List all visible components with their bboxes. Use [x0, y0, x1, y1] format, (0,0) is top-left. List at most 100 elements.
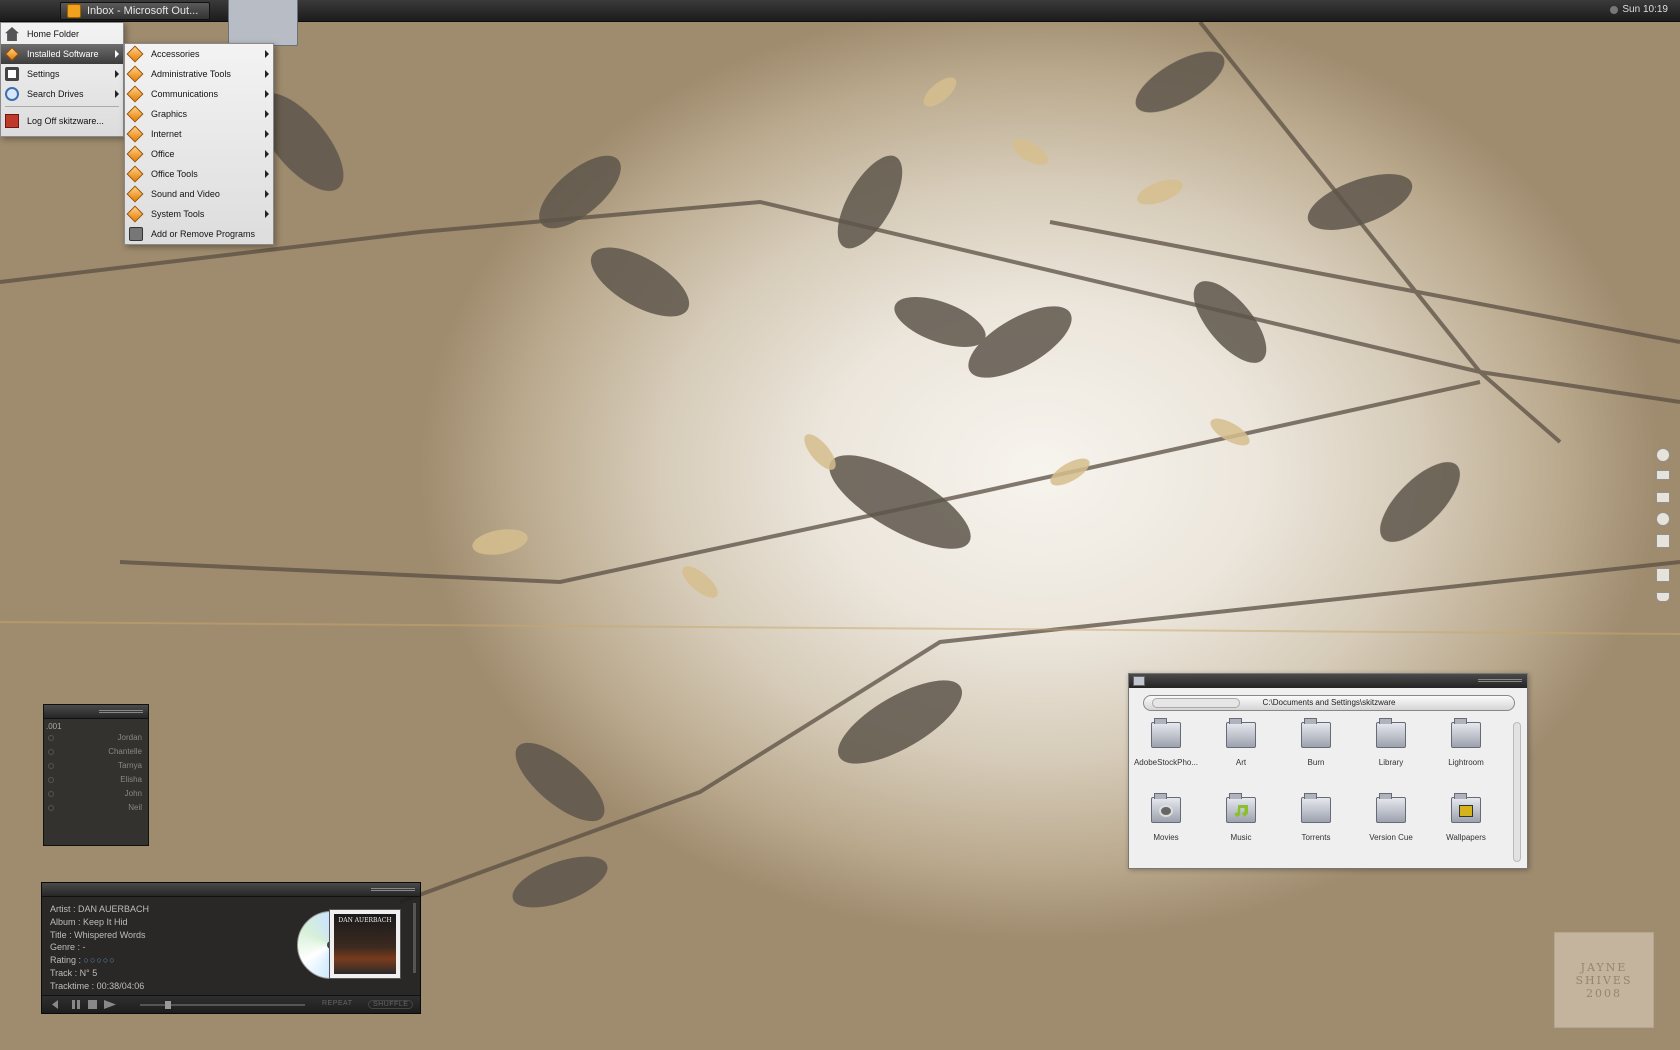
taskbar-item-skitzware[interactable]: skitzware	[222, 0, 298, 46]
clock[interactable]: Sun 10:19	[1622, 4, 1668, 15]
menu-item-log-off[interactable]: Log Off skitzware...	[1, 111, 123, 131]
software-icon	[126, 125, 144, 143]
nav-buttons[interactable]	[1152, 698, 1240, 708]
folder-label: Movies	[1153, 833, 1179, 842]
tracktime-text: Tracktime : 00:38/04:06	[50, 980, 145, 991]
folder-label: Library	[1378, 758, 1404, 767]
folder-music[interactable]: Music	[1206, 793, 1276, 863]
user-row[interactable]: John	[44, 787, 148, 801]
window-controls-icon[interactable]	[99, 710, 143, 713]
volume-slider[interactable]	[413, 903, 416, 973]
user-row[interactable]: Elisha	[44, 773, 148, 787]
vertical-scrollbar[interactable]	[1513, 722, 1521, 862]
submenu-item-label: Graphics	[151, 109, 188, 119]
menu-item-label: Log Off skitzware...	[27, 116, 104, 126]
user-row[interactable]: Jordan	[44, 731, 148, 745]
submenu-item-graphics[interactable]: Graphics	[125, 104, 273, 124]
submenu-item-system-tools[interactable]: System Tools	[125, 204, 273, 224]
folder-label: Wallpapers	[1446, 833, 1486, 842]
user-row[interactable]: Neil	[44, 801, 148, 815]
menu-item-label: Installed Software	[27, 49, 99, 59]
seek-bar[interactable]	[140, 1001, 305, 1009]
folder-label: Music	[1230, 833, 1252, 842]
folder-lightroom[interactable]: Lightroom	[1431, 718, 1501, 788]
pause-icon[interactable]	[72, 1000, 80, 1009]
chevron-right-icon	[265, 210, 269, 218]
folder-label: Torrents	[1301, 833, 1331, 842]
chevron-right-icon	[265, 150, 269, 158]
software-icon	[126, 185, 144, 203]
submenu-item-add-remove-programs[interactable]: Add or Remove Programs	[125, 224, 273, 244]
folder-version-cue[interactable]: Version Cue	[1356, 793, 1426, 863]
folder-torrents[interactable]: Torrents	[1281, 793, 1351, 863]
submenu-item-internet[interactable]: Internet	[125, 124, 273, 144]
taskbar-item-outlook[interactable]: Inbox - Microsoft Out...	[60, 2, 210, 20]
chevron-right-icon	[265, 50, 269, 58]
submenu-item-label: Office	[151, 149, 175, 159]
folder-movies[interactable]: Movies	[1131, 793, 1201, 863]
previous-icon[interactable]	[52, 1000, 58, 1009]
chevron-right-icon	[115, 90, 119, 98]
address-path: C:\Documents and Settings\skitzware	[1262, 698, 1396, 707]
folder-wallpapers[interactable]: Wallpapers	[1431, 793, 1501, 863]
globe-icon[interactable]	[1656, 448, 1670, 462]
menu-item-settings[interactable]: Settings	[1, 64, 123, 84]
folder-adobestockphotos[interactable]: AdobeStockPho...	[1131, 718, 1201, 788]
software-icon	[126, 145, 144, 163]
widget-titlebar[interactable]	[42, 883, 420, 897]
user-row[interactable]: Tarnya	[44, 759, 148, 773]
album-cover: DAN AUERBACH	[329, 909, 401, 979]
folder-label: Art	[1235, 758, 1247, 767]
folder-burn[interactable]: Burn	[1281, 718, 1351, 788]
menu-item-label: Settings	[27, 69, 60, 79]
menu-item-installed-software[interactable]: Installed Software	[1, 44, 123, 64]
monitor-icon[interactable]	[1656, 492, 1670, 503]
widget-titlebar[interactable]	[44, 705, 148, 719]
submenu-item-label: Communications	[151, 89, 219, 99]
repeat-button[interactable]: REPEAT	[322, 1000, 353, 1007]
eject-icon[interactable]	[1656, 592, 1670, 602]
settings-icon	[5, 67, 19, 81]
folder-icon	[1226, 793, 1256, 823]
mail-icon[interactable]	[1656, 470, 1670, 480]
window-titlebar[interactable]	[1129, 674, 1527, 688]
window-controls-icon[interactable]	[371, 888, 415, 891]
status-dot-icon	[48, 735, 54, 741]
stop-icon[interactable]	[88, 1000, 97, 1009]
submenu-item-administrative-tools[interactable]: Administrative Tools	[125, 64, 273, 84]
trash-icon[interactable]	[1656, 568, 1670, 582]
chevron-right-icon	[265, 110, 269, 118]
genre-text: Genre : -	[50, 942, 86, 953]
music-player-widget: Artist : DAN AUERBACH Album : Keep It Hi…	[41, 882, 421, 1014]
software-icon	[126, 105, 144, 123]
folder-icon	[1376, 718, 1406, 748]
folder-library[interactable]: Library	[1356, 718, 1426, 788]
address-bar[interactable]: C:\Documents and Settings\skitzware	[1143, 695, 1515, 711]
rating-stars-icon[interactable]: ○○○○○	[84, 955, 116, 965]
menu-item-home-folder[interactable]: Home Folder	[1, 24, 123, 44]
users-icon[interactable]	[1656, 512, 1670, 526]
submenu-item-office[interactable]: Office	[125, 144, 273, 164]
window-controls-icon[interactable]	[1478, 679, 1522, 682]
menu-separator	[5, 106, 119, 107]
next-icon[interactable]	[104, 1000, 116, 1009]
camera-icon[interactable]	[1656, 534, 1670, 548]
submenu-item-communications[interactable]: Communications	[125, 84, 273, 104]
submenu-item-sound-and-video[interactable]: Sound and Video	[125, 184, 273, 204]
submenu-item-label: Internet	[151, 129, 182, 139]
folder-icon	[1133, 676, 1145, 686]
submenu-item-label: Administrative Tools	[151, 69, 231, 79]
submenu-item-accessories[interactable]: Accessories	[125, 44, 273, 64]
folder-label: Lightroom	[1448, 758, 1484, 767]
submenu-item-office-tools[interactable]: Office Tools	[125, 164, 273, 184]
search-icon	[5, 87, 19, 101]
seek-knob[interactable]	[164, 1001, 171, 1009]
chevron-right-icon	[115, 50, 119, 58]
folder-icon	[1451, 718, 1481, 748]
chevron-right-icon	[265, 190, 269, 198]
folder-art[interactable]: Art	[1206, 718, 1276, 788]
tray-icon[interactable]	[1610, 6, 1618, 14]
shuffle-button[interactable]: SHUFFLE	[368, 1000, 414, 1009]
user-row[interactable]: Chantelle	[44, 745, 148, 759]
menu-item-search-drives[interactable]: Search Drives	[1, 84, 123, 104]
